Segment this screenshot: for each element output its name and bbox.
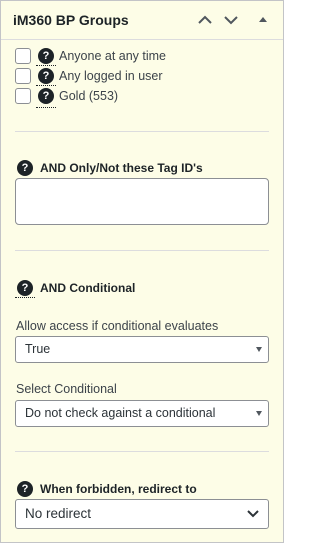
help-icon: ? — [38, 68, 54, 84]
divider — [15, 451, 269, 452]
tag-ids-label: AND Only/Not these Tag ID's — [40, 161, 203, 175]
help-icon: ? — [17, 481, 33, 497]
allow-access-value: True — [25, 342, 51, 356]
tooltip-underline — [36, 65, 56, 66]
tooltip-underline — [36, 107, 56, 108]
move-down-icon[interactable] — [223, 12, 241, 28]
divider — [15, 250, 269, 251]
logged-in-checkbox[interactable] — [15, 68, 31, 84]
chevron-down-icon — [246, 508, 260, 523]
gold-label: Gold (553) — [59, 89, 119, 103]
caret-down-icon — [256, 411, 262, 416]
conditional-heading: AND Conditional — [40, 281, 136, 295]
select-conditional-label: Select Conditional — [16, 382, 117, 396]
divider — [15, 131, 269, 132]
caret-down-icon — [256, 347, 262, 352]
panel-header: iM360 BP Groups — [1, 1, 283, 40]
select-conditional-select[interactable]: Do not check against a conditional — [15, 400, 269, 427]
allow-access-label: Allow access if conditional evaluates — [16, 319, 219, 333]
toggle-panel-icon[interactable] — [255, 12, 273, 28]
redirect-label: When forbidden, redirect to — [40, 482, 197, 496]
redirect-value: No redirect — [25, 506, 92, 521]
move-up-icon[interactable] — [197, 12, 215, 28]
select-conditional-value: Do not check against a conditional — [25, 406, 216, 420]
tooltip-underline — [36, 85, 56, 86]
logged-in-label: Any logged in user — [59, 69, 163, 83]
allow-access-select[interactable]: True — [15, 336, 269, 363]
help-icon: ? — [38, 48, 54, 64]
help-icon: ? — [38, 88, 54, 104]
redirect-select[interactable]: No redirect — [15, 499, 269, 529]
panel-title: iM360 BP Groups — [13, 12, 129, 28]
anyone-checkbox[interactable] — [15, 48, 31, 64]
anyone-label: Anyone at any time — [59, 49, 167, 63]
bp-groups-panel: iM360 BP Groups ? Anyone at any time ? A… — [0, 0, 284, 543]
tag-ids-textarea[interactable] — [15, 178, 269, 225]
tooltip-underline — [15, 297, 35, 298]
help-icon: ? — [17, 280, 33, 296]
help-icon: ? — [17, 160, 33, 176]
gold-checkbox[interactable] — [15, 88, 31, 104]
